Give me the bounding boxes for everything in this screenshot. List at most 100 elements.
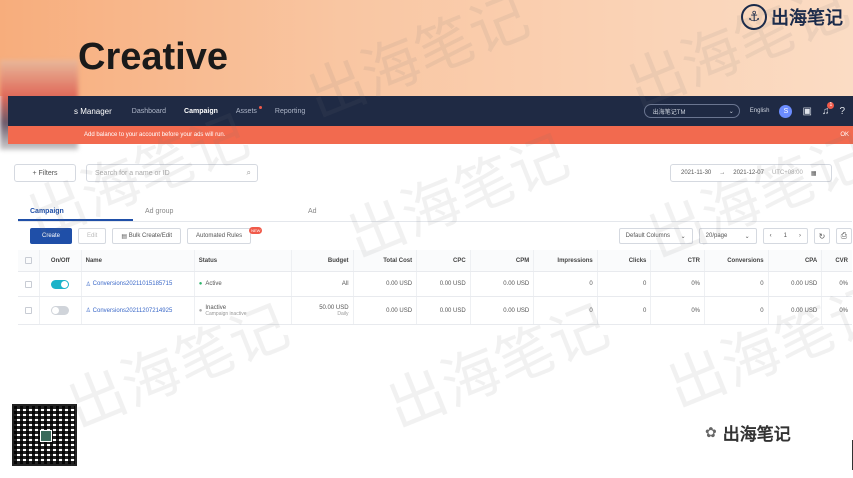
- budget-stack: 50.00 USD Daily: [319, 305, 348, 317]
- edit-button[interactable]: Edit: [78, 228, 107, 244]
- campaign-name-link[interactable]: Conversions20211207214925: [93, 308, 173, 314]
- help-icon[interactable]: ?: [839, 106, 845, 117]
- budget-cell: 50.00 USD Daily: [292, 297, 354, 324]
- filters-label: Filters: [38, 169, 58, 177]
- ctr-cell: 0%: [651, 272, 706, 296]
- filters-button[interactable]: + Filters: [14, 164, 76, 182]
- col-header[interactable]: CPM: [471, 250, 535, 271]
- account-select-value: 出海笔记TM: [652, 109, 686, 116]
- search-icon: ⌕: [246, 168, 251, 177]
- impressions-cell: 0: [534, 297, 598, 324]
- current-page[interactable]: 1: [784, 233, 787, 239]
- tab-ad-group[interactable]: Ad group: [133, 204, 248, 221]
- arrow-right-icon: →: [719, 170, 726, 176]
- col-header[interactable]: Conversions: [705, 250, 769, 271]
- columns-select[interactable]: Default Columns ⌄: [618, 228, 693, 244]
- new-badge: NEW: [249, 226, 263, 234]
- top-navbar: s Manager Dashboard Campaign Assets Repo…: [8, 96, 853, 126]
- checkbox: [24, 257, 32, 264]
- clicks-cell: 0: [598, 297, 652, 324]
- date-range-picker[interactable]: 2021-11-30 → 2021-12-07 UTC+08:00 ▦: [670, 164, 832, 182]
- row-checkbox[interactable]: [18, 272, 40, 296]
- qr-center-logo: [40, 430, 52, 442]
- refresh-icon[interactable]: ↻: [814, 228, 830, 244]
- status-subtext: Campaign inactive: [205, 310, 247, 317]
- avatar[interactable]: S: [779, 104, 793, 118]
- wechat-account: ✿ 出海笔记: [705, 420, 791, 446]
- col-header[interactable]: Name: [82, 250, 195, 271]
- next-page-icon[interactable]: ›: [799, 233, 801, 239]
- nav-right: 出海笔记TM ⌄ English S ▣ ♫ 1 ?: [643, 101, 845, 118]
- checkbox: [24, 307, 32, 314]
- campaign-table: On/Off Name Status Budget Total Cost CPC…: [18, 250, 852, 325]
- status-dot: ●: [198, 307, 203, 314]
- account-select[interactable]: 出海笔记TM ⌄: [643, 104, 740, 118]
- conversions-cell: 0: [705, 297, 769, 324]
- col-header: On/Off: [40, 250, 82, 271]
- search-input[interactable]: Search for a name or ID ⌕: [86, 164, 258, 182]
- nav-item-assets-label: Assets: [235, 107, 257, 115]
- bell-icon[interactable]: ♫ 1: [822, 101, 835, 117]
- nav-item-reporting[interactable]: Reporting: [275, 108, 305, 115]
- chevron-down-icon: ⌄: [680, 233, 686, 240]
- automated-rules-button[interactable]: Automated Rules: [187, 228, 252, 244]
- col-header[interactable]: Budget: [292, 250, 354, 271]
- col-header[interactable]: CPA: [769, 250, 823, 271]
- impressions-cell: 0: [534, 272, 598, 296]
- page-size-value: 20/page: [705, 233, 728, 239]
- campaign-toggle[interactable]: [40, 272, 82, 296]
- qr-code: [12, 404, 77, 466]
- col-header[interactable]: Clicks: [598, 250, 652, 271]
- cvr-cell: 0%: [839, 281, 848, 287]
- col-header[interactable]: CTR: [651, 250, 706, 271]
- prev-page-icon[interactable]: ‹: [770, 233, 772, 239]
- nav-item-dashboard[interactable]: Dashboard: [132, 108, 166, 115]
- bulk-edit-button[interactable]: ▤ Bulk Create/Edit: [112, 228, 182, 244]
- wechat-label: 出海笔记: [722, 425, 791, 445]
- chevron-down-icon: ⌄: [728, 108, 734, 115]
- total-cost-cell: 0.00 USD: [354, 272, 418, 296]
- table-row: ♙ Conversions20211015185715 ● Active All …: [18, 272, 852, 297]
- alert-ok[interactable]: OK: [840, 132, 849, 138]
- nav-brand: s Manager: [74, 106, 112, 116]
- language-select[interactable]: English: [750, 108, 770, 114]
- col-header[interactable]: Status: [195, 250, 292, 271]
- anchor-icon: ⚓: [741, 4, 767, 30]
- date-start: 2021-11-30: [681, 170, 712, 176]
- col-header[interactable]: Impressions: [534, 250, 598, 271]
- col-header[interactable]: Total Cost: [354, 250, 418, 271]
- chevron-down-icon: ⌄: [744, 233, 750, 240]
- tab-ad[interactable]: Ad: [248, 204, 363, 221]
- export-icon[interactable]: ⎙: [836, 228, 852, 244]
- campaign-toggle[interactable]: [40, 297, 82, 324]
- col-header[interactable]: CVR: [822, 250, 852, 271]
- package-icon[interactable]: ▣: [802, 106, 811, 117]
- cpc-cell: 0.00 USD: [417, 297, 471, 324]
- total-cost-cell: 0.00 USD: [354, 297, 418, 324]
- tab-campaign[interactable]: Campaign: [18, 204, 133, 221]
- campaign-name-link[interactable]: Conversions20211015185715: [93, 281, 173, 287]
- cpc-cell: 0.00 USD: [417, 272, 471, 296]
- cpa-cell: 0.00 USD: [769, 297, 823, 324]
- timezone: UTC+08:00: [771, 170, 803, 176]
- row-checkbox[interactable]: [18, 297, 40, 324]
- bulk-icon: ▤: [121, 233, 129, 240]
- wechat-icon: ✿: [705, 424, 717, 441]
- toggle-off: [51, 306, 70, 315]
- columns-value: Default Columns: [625, 233, 671, 239]
- status-stack: Inactive Campaign inactive: [205, 305, 246, 317]
- ctr-cell: 0%: [651, 297, 706, 324]
- status-text: Active: [205, 281, 222, 287]
- campaign-icon: ♙: [85, 308, 93, 314]
- page-size-select[interactable]: 20/page ⌄: [698, 228, 757, 244]
- alert-message: Add balance to your account before your …: [84, 132, 226, 138]
- status-cell: ● Active: [195, 272, 292, 296]
- campaign-name[interactable]: ♙ Conversions20211207214925: [82, 297, 195, 324]
- select-all-checkbox[interactable]: [18, 250, 40, 271]
- campaign-name[interactable]: ♙ Conversions20211015185715: [82, 272, 195, 296]
- nav-item-assets[interactable]: Assets: [235, 105, 262, 115]
- create-button[interactable]: Create: [30, 228, 72, 244]
- col-header[interactable]: CPC: [417, 250, 471, 271]
- nav-item-campaign[interactable]: Campaign: [184, 108, 218, 115]
- balance-alert: Add balance to your account before your …: [8, 126, 853, 144]
